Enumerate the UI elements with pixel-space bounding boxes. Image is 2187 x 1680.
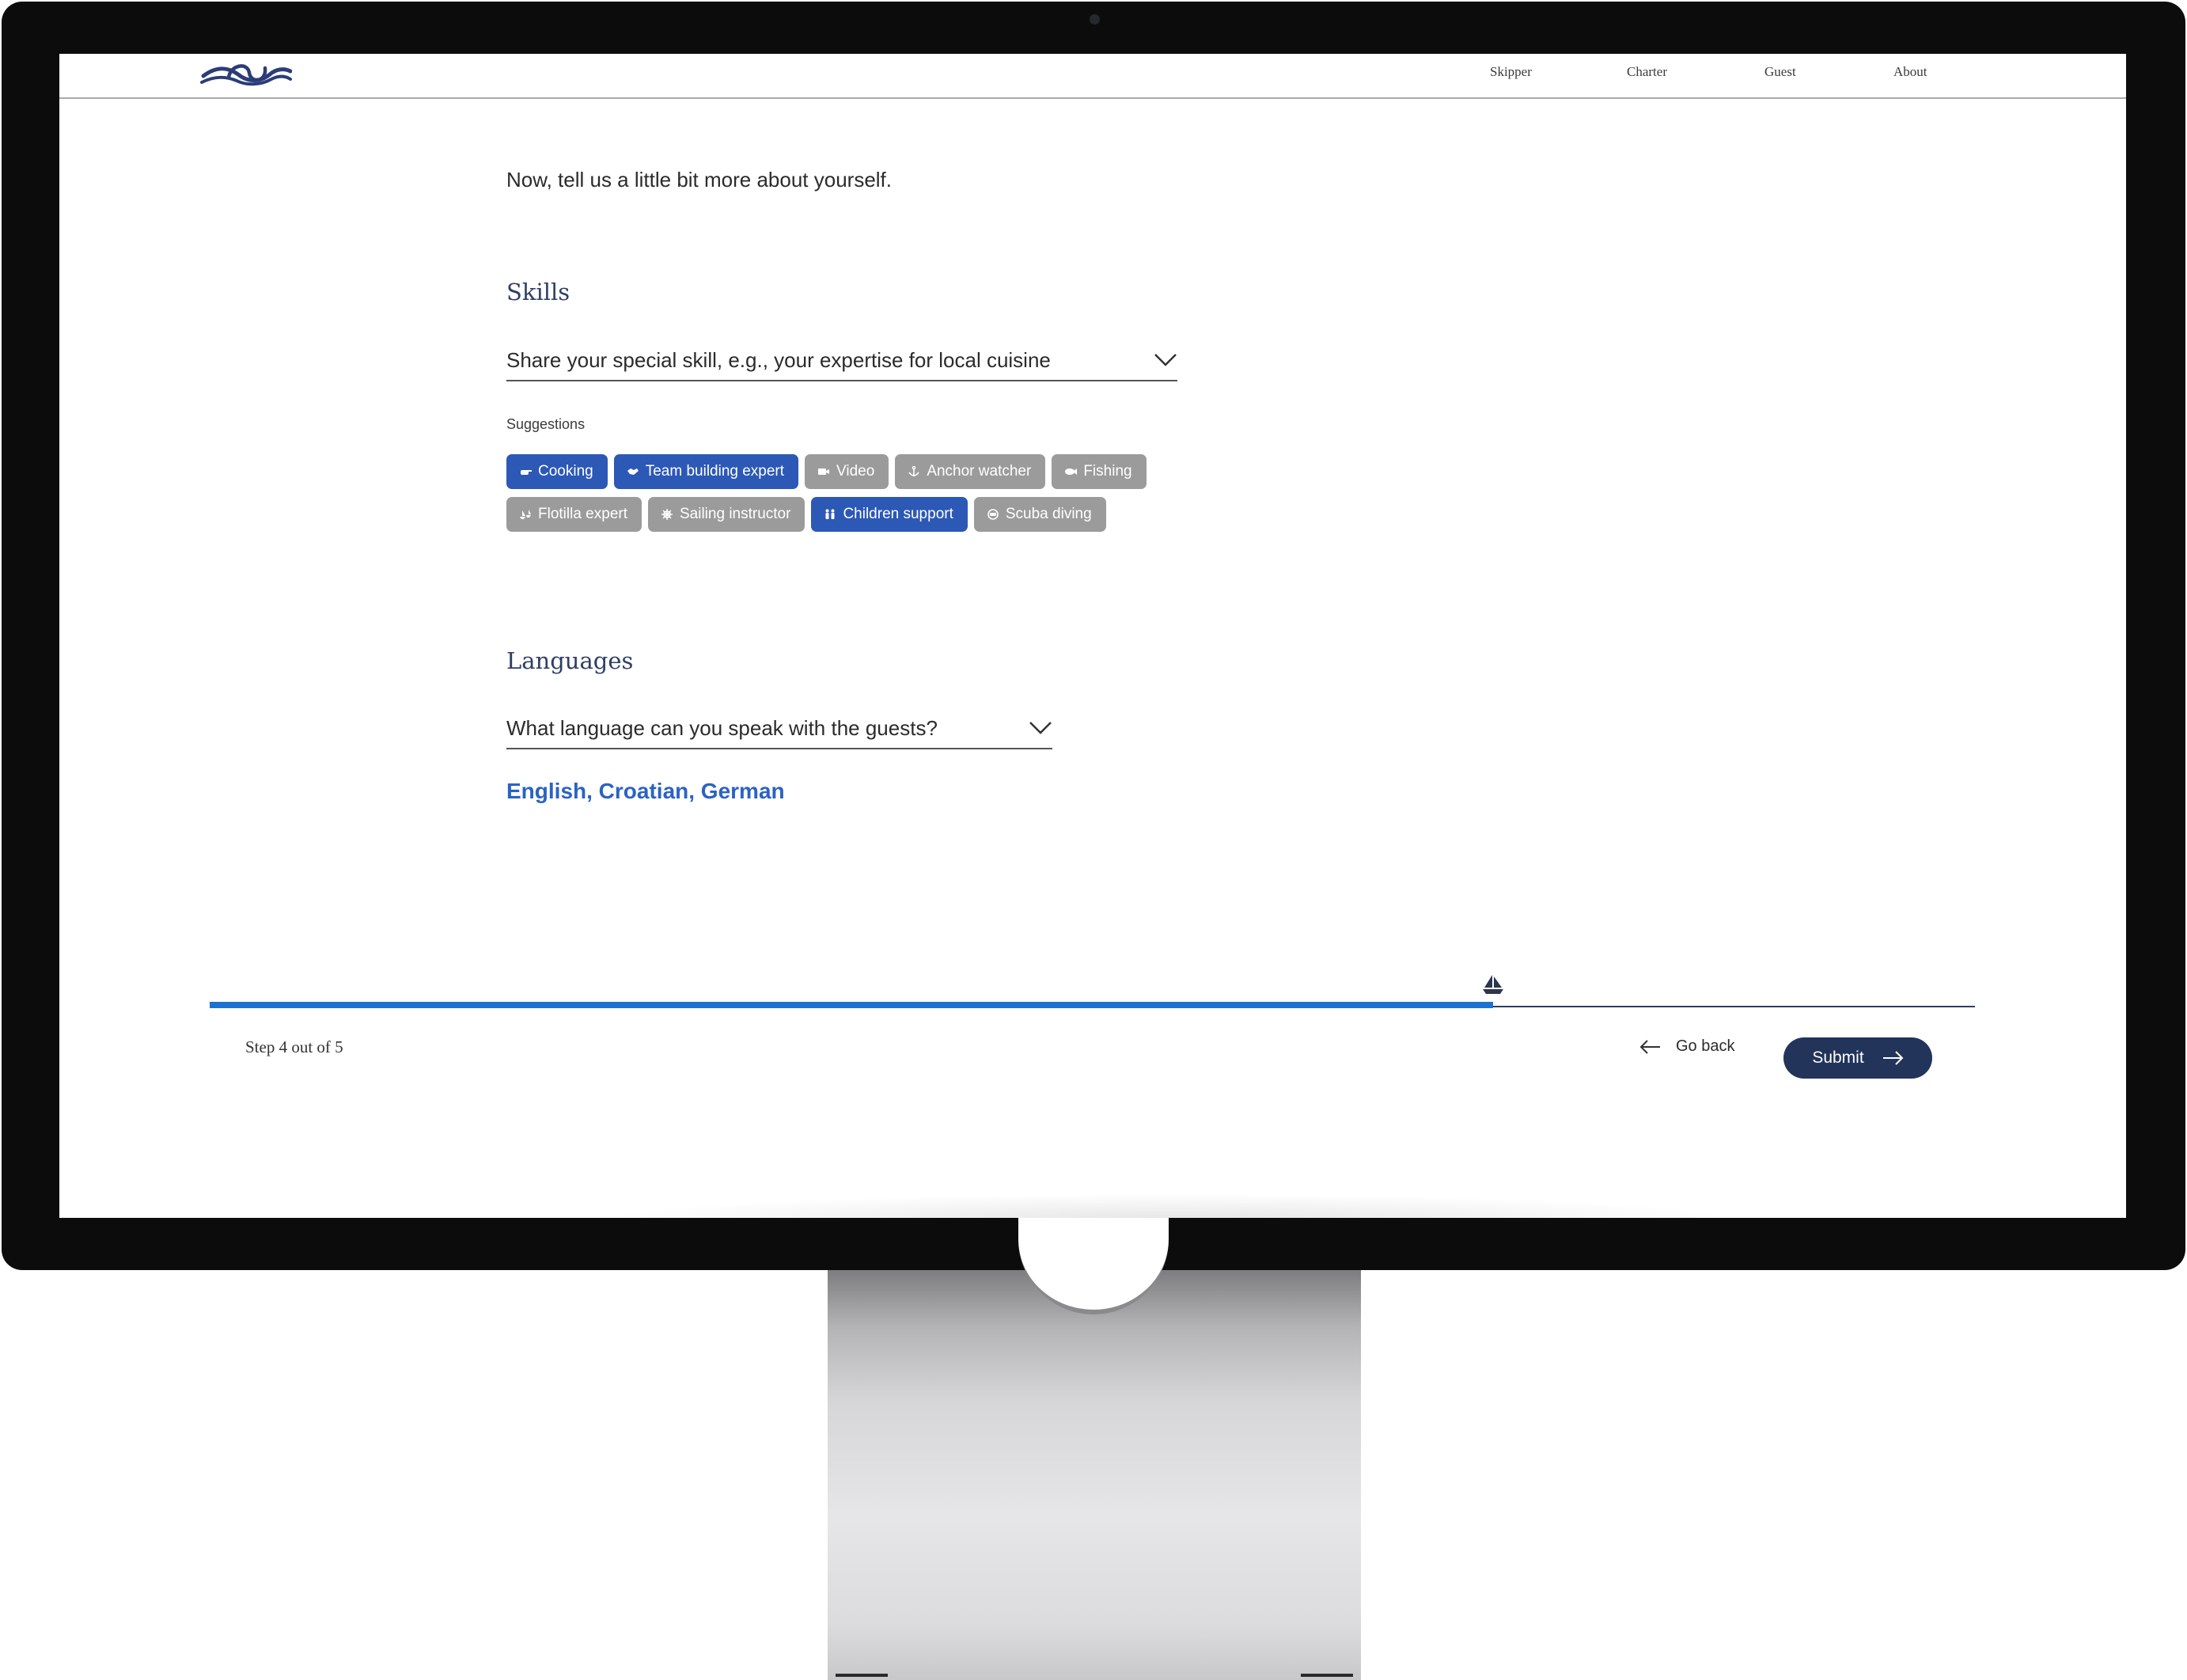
chip-label: Fishing bbox=[1083, 463, 1132, 480]
diving-mask-icon bbox=[987, 509, 999, 520]
skills-select[interactable]: Share your special skill, e.g., your exp… bbox=[506, 340, 1177, 381]
video-camera-icon bbox=[818, 468, 830, 475]
chip-sailing-instructor[interactable]: Sailing instructor bbox=[648, 497, 805, 532]
chip-label: Video bbox=[836, 463, 875, 480]
go-back-button[interactable]: Go back bbox=[1639, 1037, 1734, 1056]
step-indicator: Step 4 out of 5 bbox=[245, 1037, 343, 1056]
anchor-icon bbox=[908, 466, 919, 476]
go-back-label: Go back bbox=[1676, 1037, 1735, 1055]
chevron-down-icon[interactable] bbox=[1029, 721, 1052, 735]
monitor-stand bbox=[828, 1270, 1361, 1680]
languages-heading: Languages bbox=[506, 647, 634, 674]
chip-label: Children support bbox=[843, 506, 953, 522]
selected-languages[interactable]: English, Croatian, German bbox=[506, 779, 785, 804]
chip-label: Scuba diving bbox=[1005, 506, 1092, 522]
flotilla-icon bbox=[520, 510, 531, 519]
progress-fill bbox=[210, 1002, 1493, 1008]
nav-about[interactable]: About bbox=[1893, 64, 1927, 80]
chip-scuba-diving[interactable]: Scuba diving bbox=[973, 497, 1106, 532]
page-intro: Now, tell us a little bit more about you… bbox=[506, 168, 893, 192]
chip-flotilla-expert[interactable]: Flotilla expert bbox=[506, 497, 642, 532]
webcam bbox=[1090, 14, 1100, 25]
arrow-right-icon bbox=[1882, 1051, 1904, 1065]
skill-suggestions: Cooking Team building expert Video Ancho… bbox=[506, 454, 1187, 540]
chip-label: Anchor watcher bbox=[927, 463, 1032, 480]
chip-label: Team building expert bbox=[645, 463, 785, 480]
chip-label: Flotilla expert bbox=[538, 506, 627, 522]
chip-video[interactable]: Video bbox=[805, 454, 889, 489]
chip-children-support[interactable]: Children support bbox=[811, 497, 968, 532]
sailboat-icon bbox=[1483, 975, 1503, 994]
skills-select-placeholder: Share your special skill, e.g., your exp… bbox=[506, 348, 1051, 372]
submit-button[interactable]: Submit bbox=[1783, 1037, 1932, 1079]
screen: Skipper Charter Guest About Now, tell us… bbox=[59, 54, 2126, 1218]
nav-guest[interactable]: Guest bbox=[1764, 64, 1796, 80]
languages-select[interactable]: What language can you speak with the gue… bbox=[506, 708, 1052, 749]
children-icon bbox=[825, 509, 835, 519]
stand-foot bbox=[1301, 1674, 1353, 1677]
chip-label: Sailing instructor bbox=[680, 506, 791, 522]
handshake-icon bbox=[627, 468, 639, 475]
submit-label: Submit bbox=[1812, 1049, 1864, 1067]
nav-charter[interactable]: Charter bbox=[1627, 64, 1667, 80]
footer-shadow bbox=[597, 1193, 1745, 1218]
ship-wheel-icon bbox=[661, 509, 673, 520]
top-navigation: Skipper Charter Guest About bbox=[59, 54, 2126, 99]
chip-team-building-expert[interactable]: Team building expert bbox=[613, 454, 799, 489]
chip-cooking[interactable]: Cooking bbox=[506, 454, 608, 489]
arrow-left-icon bbox=[1639, 1039, 1660, 1054]
fish-icon bbox=[1065, 468, 1078, 475]
chevron-down-icon[interactable] bbox=[1154, 353, 1177, 367]
cooking-pot-icon bbox=[521, 470, 532, 475]
brand-logo[interactable] bbox=[200, 59, 292, 87]
chip-anchor-watcher[interactable]: Anchor watcher bbox=[895, 454, 1046, 489]
languages-select-placeholder: What language can you speak with the gue… bbox=[506, 716, 938, 740]
suggestions-label: Suggestions bbox=[506, 416, 586, 432]
chip-fishing[interactable]: Fishing bbox=[1052, 454, 1147, 489]
chip-label: Cooking bbox=[538, 463, 593, 480]
stand-foot bbox=[836, 1674, 888, 1677]
nav-skipper[interactable]: Skipper bbox=[1490, 64, 1532, 80]
skills-heading: Skills bbox=[506, 279, 570, 305]
